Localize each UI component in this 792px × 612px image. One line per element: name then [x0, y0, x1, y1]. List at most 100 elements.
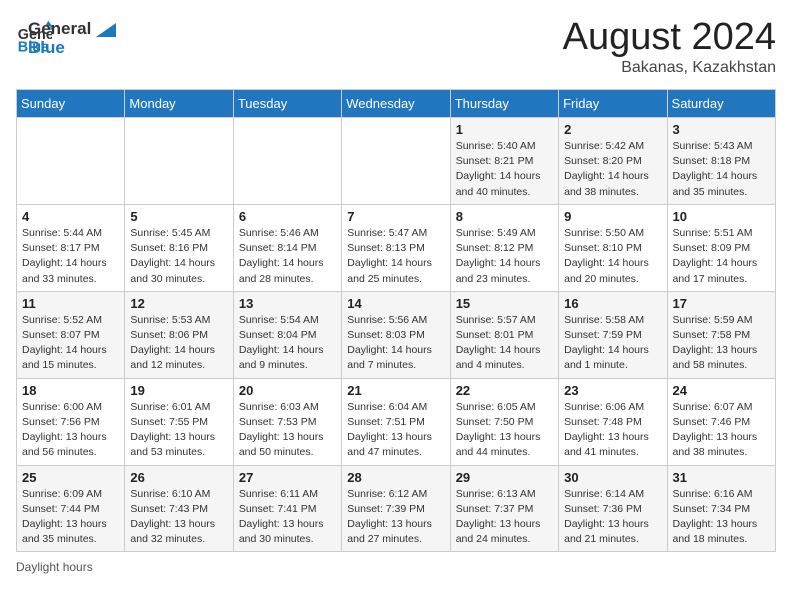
table-row: 1 Sunrise: 5:40 AMSunset: 8:21 PMDayligh…: [450, 118, 558, 205]
day-info: Sunrise: 5:43 AMSunset: 8:18 PMDaylight:…: [673, 139, 770, 200]
table-row: 31 Sunrise: 6:16 AMSunset: 7:34 PMDaylig…: [667, 465, 775, 552]
day-info: Sunrise: 5:47 AMSunset: 8:13 PMDaylight:…: [347, 226, 444, 287]
logo-general: General: [28, 20, 116, 39]
day-number: 2: [564, 122, 661, 137]
table-row: 2 Sunrise: 5:42 AMSunset: 8:20 PMDayligh…: [559, 118, 667, 205]
col-tuesday: Tuesday: [233, 90, 341, 118]
day-info: Sunrise: 5:59 AMSunset: 7:58 PMDaylight:…: [673, 313, 770, 374]
day-info: Sunrise: 5:57 AMSunset: 8:01 PMDaylight:…: [456, 313, 553, 374]
day-info: Sunrise: 5:50 AMSunset: 8:10 PMDaylight:…: [564, 226, 661, 287]
day-info: Sunrise: 6:10 AMSunset: 7:43 PMDaylight:…: [130, 487, 227, 548]
month-year: August 2024: [563, 16, 776, 59]
day-number: 7: [347, 209, 444, 224]
day-number: 20: [239, 383, 336, 398]
day-number: 28: [347, 470, 444, 485]
day-number: 22: [456, 383, 553, 398]
location: Bakanas, Kazakhstan: [563, 59, 776, 77]
day-number: 14: [347, 296, 444, 311]
day-info: Sunrise: 6:05 AMSunset: 7:50 PMDaylight:…: [456, 400, 553, 461]
day-number: 9: [564, 209, 661, 224]
day-number: 8: [456, 209, 553, 224]
day-info: Sunrise: 5:45 AMSunset: 8:16 PMDaylight:…: [130, 226, 227, 287]
table-row: [342, 118, 450, 205]
day-number: 26: [130, 470, 227, 485]
table-row: 14 Sunrise: 5:56 AMSunset: 8:03 PMDaylig…: [342, 291, 450, 378]
day-number: 13: [239, 296, 336, 311]
day-number: 31: [673, 470, 770, 485]
day-info: Sunrise: 6:09 AMSunset: 7:44 PMDaylight:…: [22, 487, 119, 548]
logo-blue: Blue: [28, 39, 116, 58]
logo: General Blue General Blue: [16, 16, 116, 57]
table-row: 16 Sunrise: 5:58 AMSunset: 7:59 PMDaylig…: [559, 291, 667, 378]
day-number: 5: [130, 209, 227, 224]
table-row: [17, 118, 125, 205]
table-row: 5 Sunrise: 5:45 AMSunset: 8:16 PMDayligh…: [125, 204, 233, 291]
day-number: 11: [22, 296, 119, 311]
footer: Daylight hours: [16, 560, 776, 574]
col-thursday: Thursday: [450, 90, 558, 118]
calendar-week-5: 25 Sunrise: 6:09 AMSunset: 7:44 PMDaylig…: [17, 465, 776, 552]
day-number: 27: [239, 470, 336, 485]
table-row: 28 Sunrise: 6:12 AMSunset: 7:39 PMDaylig…: [342, 465, 450, 552]
day-info: Sunrise: 6:00 AMSunset: 7:56 PMDaylight:…: [22, 400, 119, 461]
table-row: 25 Sunrise: 6:09 AMSunset: 7:44 PMDaylig…: [17, 465, 125, 552]
day-info: Sunrise: 6:06 AMSunset: 7:48 PMDaylight:…: [564, 400, 661, 461]
table-row: 7 Sunrise: 5:47 AMSunset: 8:13 PMDayligh…: [342, 204, 450, 291]
calendar-table: Sunday Monday Tuesday Wednesday Thursday…: [16, 89, 776, 552]
table-row: 20 Sunrise: 6:03 AMSunset: 7:53 PMDaylig…: [233, 378, 341, 465]
calendar-week-4: 18 Sunrise: 6:00 AMSunset: 7:56 PMDaylig…: [17, 378, 776, 465]
table-row: [233, 118, 341, 205]
day-number: 12: [130, 296, 227, 311]
table-row: 30 Sunrise: 6:14 AMSunset: 7:36 PMDaylig…: [559, 465, 667, 552]
day-info: Sunrise: 6:07 AMSunset: 7:46 PMDaylight:…: [673, 400, 770, 461]
table-row: [125, 118, 233, 205]
table-row: 27 Sunrise: 6:11 AMSunset: 7:41 PMDaylig…: [233, 465, 341, 552]
table-row: 19 Sunrise: 6:01 AMSunset: 7:55 PMDaylig…: [125, 378, 233, 465]
day-info: Sunrise: 5:49 AMSunset: 8:12 PMDaylight:…: [456, 226, 553, 287]
table-row: 9 Sunrise: 5:50 AMSunset: 8:10 PMDayligh…: [559, 204, 667, 291]
calendar-week-2: 4 Sunrise: 5:44 AMSunset: 8:17 PMDayligh…: [17, 204, 776, 291]
table-row: 15 Sunrise: 5:57 AMSunset: 8:01 PMDaylig…: [450, 291, 558, 378]
day-info: Sunrise: 5:52 AMSunset: 8:07 PMDaylight:…: [22, 313, 119, 374]
day-info: Sunrise: 6:11 AMSunset: 7:41 PMDaylight:…: [239, 487, 336, 548]
title-block: August 2024 Bakanas, Kazakhstan: [563, 16, 776, 77]
table-row: 8 Sunrise: 5:49 AMSunset: 8:12 PMDayligh…: [450, 204, 558, 291]
day-number: 4: [22, 209, 119, 224]
day-info: Sunrise: 6:03 AMSunset: 7:53 PMDaylight:…: [239, 400, 336, 461]
day-number: 24: [673, 383, 770, 398]
day-info: Sunrise: 5:53 AMSunset: 8:06 PMDaylight:…: [130, 313, 227, 374]
day-number: 3: [673, 122, 770, 137]
table-row: 26 Sunrise: 6:10 AMSunset: 7:43 PMDaylig…: [125, 465, 233, 552]
table-row: 4 Sunrise: 5:44 AMSunset: 8:17 PMDayligh…: [17, 204, 125, 291]
calendar-week-1: 1 Sunrise: 5:40 AMSunset: 8:21 PMDayligh…: [17, 118, 776, 205]
day-number: 19: [130, 383, 227, 398]
day-info: Sunrise: 5:56 AMSunset: 8:03 PMDaylight:…: [347, 313, 444, 374]
day-number: 6: [239, 209, 336, 224]
daylight-label: Daylight hours: [16, 560, 93, 574]
day-number: 25: [22, 470, 119, 485]
table-row: 22 Sunrise: 6:05 AMSunset: 7:50 PMDaylig…: [450, 378, 558, 465]
day-info: Sunrise: 5:46 AMSunset: 8:14 PMDaylight:…: [239, 226, 336, 287]
table-row: 23 Sunrise: 6:06 AMSunset: 7:48 PMDaylig…: [559, 378, 667, 465]
col-wednesday: Wednesday: [342, 90, 450, 118]
day-number: 17: [673, 296, 770, 311]
day-info: Sunrise: 6:16 AMSunset: 7:34 PMDaylight:…: [673, 487, 770, 548]
day-info: Sunrise: 6:04 AMSunset: 7:51 PMDaylight:…: [347, 400, 444, 461]
table-row: 10 Sunrise: 5:51 AMSunset: 8:09 PMDaylig…: [667, 204, 775, 291]
day-info: Sunrise: 5:40 AMSunset: 8:21 PMDaylight:…: [456, 139, 553, 200]
calendar-week-3: 11 Sunrise: 5:52 AMSunset: 8:07 PMDaylig…: [17, 291, 776, 378]
col-friday: Friday: [559, 90, 667, 118]
day-number: 30: [564, 470, 661, 485]
table-row: 24 Sunrise: 6:07 AMSunset: 7:46 PMDaylig…: [667, 378, 775, 465]
day-number: 21: [347, 383, 444, 398]
day-info: Sunrise: 5:58 AMSunset: 7:59 PMDaylight:…: [564, 313, 661, 374]
day-info: Sunrise: 6:14 AMSunset: 7:36 PMDaylight:…: [564, 487, 661, 548]
day-info: Sunrise: 5:42 AMSunset: 8:20 PMDaylight:…: [564, 139, 661, 200]
table-row: 29 Sunrise: 6:13 AMSunset: 7:37 PMDaylig…: [450, 465, 558, 552]
day-number: 16: [564, 296, 661, 311]
day-info: Sunrise: 6:13 AMSunset: 7:37 PMDaylight:…: [456, 487, 553, 548]
table-row: 3 Sunrise: 5:43 AMSunset: 8:18 PMDayligh…: [667, 118, 775, 205]
day-number: 1: [456, 122, 553, 137]
day-number: 23: [564, 383, 661, 398]
table-row: 17 Sunrise: 5:59 AMSunset: 7:58 PMDaylig…: [667, 291, 775, 378]
